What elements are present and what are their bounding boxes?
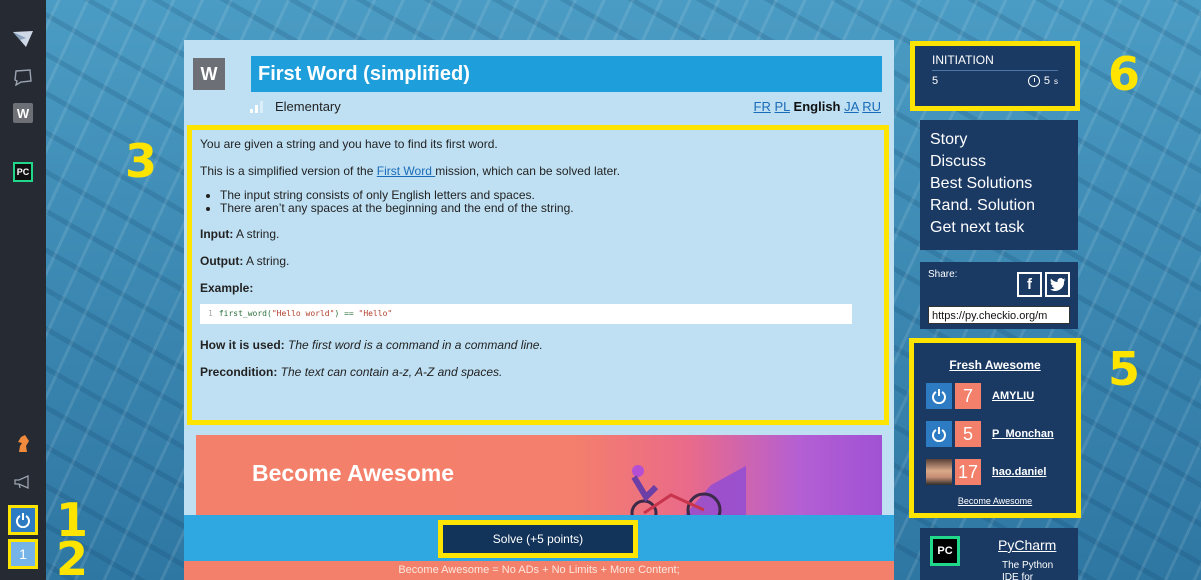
megaphone-icon[interactable] [9, 469, 37, 495]
fresh-awesome-title[interactable]: Fresh Awesome [914, 358, 1076, 372]
mission-menu: Story Discuss Best Solutions Rand. Solut… [920, 120, 1078, 250]
usage-spec: How it is used: The first word is a comm… [200, 338, 543, 352]
callout-3: 3 [125, 134, 158, 188]
awesome-user-row[interactable]: 5 P_Monchan [926, 421, 1076, 447]
callout-5: 5 [1108, 342, 1141, 396]
menu-story[interactable]: Story [930, 129, 1068, 151]
menu-best-solutions[interactable]: Best Solutions [930, 173, 1068, 195]
callout-2: 2 [56, 532, 89, 580]
clock-icon [1027, 75, 1040, 87]
initiation-panel[interactable]: INITIATION 5 5 s [910, 41, 1080, 111]
share-icons: f [1017, 272, 1070, 297]
description-intro: You are given a string and you have to f… [200, 137, 498, 151]
become-awesome-banner[interactable]: Become Awesome [196, 435, 882, 520]
mission-panel: W First Word (simplified) Elementary FR … [184, 40, 894, 580]
share-panel: Share: f https://py.checkio.org/m [920, 262, 1078, 329]
difficulty-bars-icon [250, 100, 263, 113]
user-level: 7 [955, 383, 981, 409]
pycharm-promo[interactable]: PC PyCharm The Python IDE for [920, 528, 1078, 580]
chess-piece-icon[interactable] [9, 430, 37, 456]
description-simplified: This is a simplified version of the Firs… [200, 164, 620, 178]
lang-pl-link[interactable]: PL [775, 99, 790, 114]
power-icon[interactable] [8, 505, 38, 535]
user-name-link[interactable]: P_Monchan [992, 428, 1054, 440]
timer-value: 5 [1043, 75, 1050, 87]
pycharm-name-link[interactable]: PyCharm [998, 537, 1056, 553]
facebook-icon[interactable]: f [1017, 272, 1042, 297]
example-heading: Example: [200, 281, 254, 295]
pycharm-subtitle: The Python IDE for [1002, 560, 1054, 580]
chat-icon[interactable] [9, 64, 37, 90]
difficulty-label: Elementary [275, 99, 341, 114]
initiation-timer: 5 s [1027, 75, 1058, 87]
language-switcher: FR PL English JA RU [754, 99, 881, 114]
become-awesome-link[interactable]: Become Awesome [914, 496, 1076, 506]
cyclist-illustration [630, 465, 746, 520]
user-photo-avatar [926, 459, 952, 485]
bullet-item: There aren’t any spaces at the beginning… [220, 202, 876, 215]
lang-active: English [793, 99, 841, 114]
user-name-link[interactable]: hao.daniel [992, 466, 1046, 478]
user-name-link[interactable]: AMYLIU [992, 390, 1034, 402]
left-sidebar: W PC 1 [0, 0, 46, 580]
pycharm-icon[interactable]: PC [13, 162, 33, 182]
awesome-user-row[interactable]: 17 hao.daniel [926, 459, 1076, 485]
user-level: 17 [955, 459, 981, 485]
solve-bar: Solve (+5 points) [184, 515, 894, 561]
banner-title: Become Awesome [252, 460, 454, 486]
precondition-spec: Precondition: The text can contain a-z, … [200, 365, 503, 379]
initiation-stats: 5 5 s [932, 75, 1058, 87]
difficulty-level: Elementary [250, 99, 341, 114]
mission-description: You are given a string and you have to f… [187, 125, 889, 425]
fresh-awesome-panel: Fresh Awesome 7 AMYLIU 5 P_Monchan 17 ha… [909, 338, 1081, 518]
awesome-user-row[interactable]: 7 AMYLIU [926, 383, 1076, 409]
menu-rand-solution[interactable]: Rand. Solution [930, 195, 1068, 217]
example-code: 1 first_word("Hello world") == "Hello" [200, 304, 852, 324]
initiation-title: INITIATION [932, 53, 1058, 71]
description-bullets: The input string consists of only Englis… [220, 189, 876, 215]
output-spec: Output: A string. [200, 254, 290, 268]
input-spec: Input: A string. [200, 227, 280, 241]
mission-title: First Word (simplified) [251, 56, 882, 92]
solve-button[interactable]: Solve (+5 points) [438, 520, 638, 558]
menu-discuss[interactable]: Discuss [930, 151, 1068, 173]
power-avatar-icon [926, 383, 952, 409]
checkio-logo-icon[interactable] [9, 26, 37, 52]
user-level: 5 [955, 421, 981, 447]
mission-header: W First Word (simplified) Elementary FR … [184, 40, 894, 120]
timer-unit: s [1054, 76, 1058, 86]
lang-ru-link[interactable]: RU [862, 99, 881, 114]
awesome-promo-strip[interactable]: Become Awesome = No ADs + No Limits + Mo… [184, 561, 894, 580]
initiation-count: 5 [932, 75, 939, 87]
callout-6: 6 [1108, 47, 1141, 101]
first-word-mission-link[interactable]: First Word [377, 164, 435, 178]
lang-fr-link[interactable]: FR [754, 99, 771, 114]
share-url-field[interactable]: https://py.checkio.org/m [928, 306, 1070, 324]
pycharm-logo-icon: PC [930, 536, 960, 566]
lang-ja-link[interactable]: JA [844, 99, 858, 114]
notification-counter[interactable]: 1 [8, 539, 38, 569]
power-avatar-icon [926, 421, 952, 447]
mission-island-badge: W [193, 58, 225, 90]
twitter-icon[interactable] [1045, 272, 1070, 297]
island-w-icon[interactable]: W [13, 103, 33, 123]
menu-get-next-task[interactable]: Get next task [930, 217, 1068, 239]
